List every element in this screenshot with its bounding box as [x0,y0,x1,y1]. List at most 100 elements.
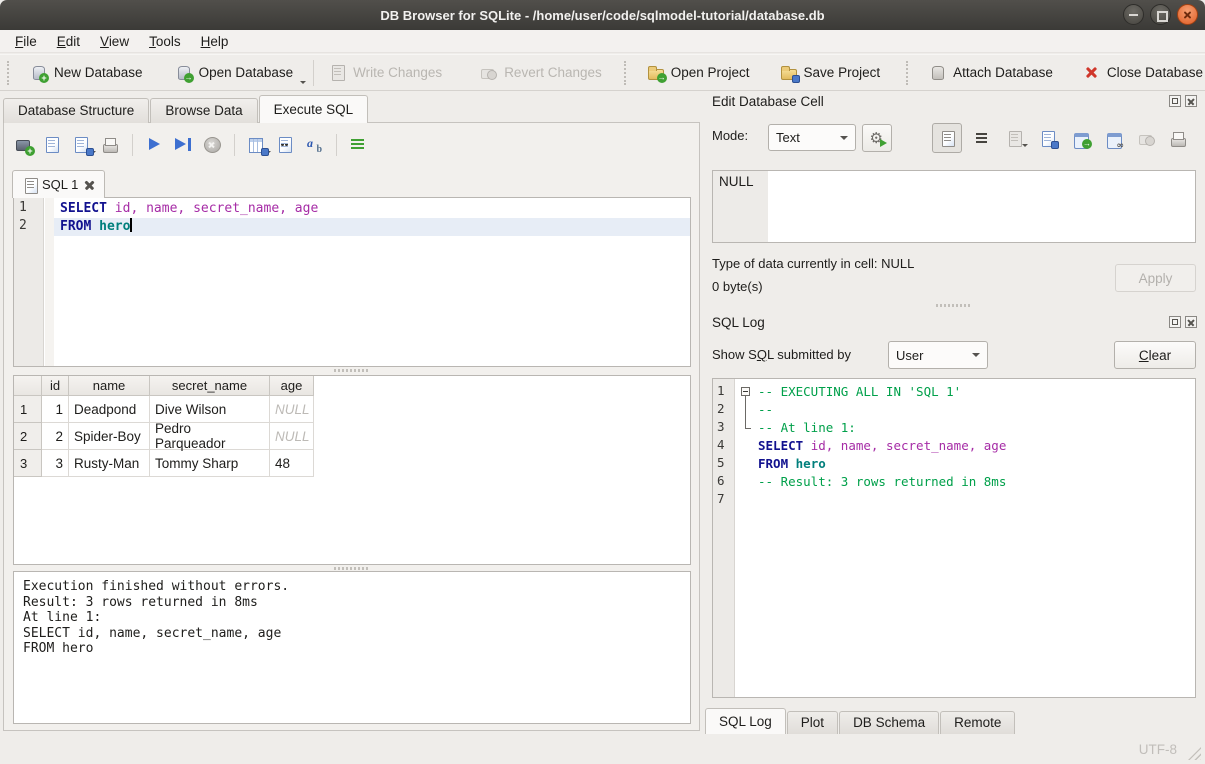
sql-log-view[interactable]: 1 2 3 4 5 6 7 -- EXECUTING ALL IN 'SQL 1… [712,378,1196,698]
mode-select[interactable]: Text [768,124,856,151]
tab-plot[interactable]: Plot [787,711,838,734]
cell-age[interactable]: NULL [270,423,314,450]
splitter-handle[interactable] [334,567,370,570]
set-null-icon[interactable] [1138,130,1155,147]
new-database-button[interactable]: New Database [22,59,151,86]
minimize-button[interactable] [1123,4,1144,25]
toolbar-grip[interactable] [624,61,628,85]
fold-marker-icon[interactable] [741,387,750,396]
log-line: -- At line 1: [736,419,1195,437]
code-line-current[interactable]: FROM hero [54,218,690,236]
auto-switch-mode-button[interactable] [862,124,892,152]
tab-execute-sql[interactable]: Execute SQL [259,95,369,123]
table-row: 1 1 Deadpond Dive Wilson NULL [14,396,690,423]
stop-icon[interactable] [203,136,222,154]
splitter-handle[interactable] [936,304,972,307]
attach-database-button[interactable]: Attach Database [921,59,1061,86]
clear-button[interactable]: Clear [1114,341,1196,369]
execute-current-line-icon[interactable] [174,136,193,154]
splitter-handle[interactable] [334,369,370,372]
apply-button[interactable]: Apply [1115,264,1196,292]
titlebar[interactable]: DB Browser for SQLite - /home/user/code/… [0,0,1205,30]
cell-secret-name[interactable]: Pedro Parqueador [150,423,270,450]
sql-tab-close-icon[interactable] [84,179,95,190]
auto-format-icon[interactable] [305,136,324,154]
menubar: File Edit View Tools Help [0,30,1205,53]
cell-secret-name[interactable]: Tommy Sharp [150,450,270,477]
tab-browse-data[interactable]: Browse Data [150,98,257,123]
close-button[interactable] [1177,4,1198,25]
open-external-icon[interactable] [1105,130,1122,147]
submitter-select[interactable]: User [888,341,988,369]
column-header-name[interactable]: name [69,376,150,396]
menu-view[interactable]: View [90,32,139,51]
cell-age[interactable]: 48 [270,450,314,477]
save-results-icon[interactable] [247,136,266,154]
cell-secret-name[interactable]: Dive Wilson [150,396,270,423]
cell-name[interactable]: Deadpond [69,396,150,423]
cell-id[interactable]: 3 [42,450,69,477]
cell-name[interactable]: Spider-Boy [69,423,150,450]
window-controls [1123,4,1198,25]
execute-all-icon[interactable] [145,136,164,154]
sql-editor[interactable]: 1 2 SELECT id, name, secret_name, age FR… [13,197,691,367]
cell-id[interactable]: 2 [42,423,69,450]
close-database-button[interactable]: Close Database [1075,59,1205,86]
print-icon[interactable] [101,136,120,154]
tab-remote[interactable]: Remote [940,711,1015,734]
word-wrap-icon[interactable] [974,130,991,147]
cell-name[interactable]: Rusty-Man [69,450,150,477]
dock-buttons [1169,316,1197,328]
cell-value-editor[interactable]: NULL [712,170,1196,243]
column-header-secret-name[interactable]: secret_name [150,376,270,396]
row-header[interactable]: 2 [14,423,42,450]
write-changes-icon [329,64,346,81]
text-mode-button[interactable] [932,123,962,153]
row-header[interactable]: 1 [14,396,42,423]
menu-edit[interactable]: Edit [47,32,90,51]
float-panel-icon[interactable] [1169,316,1181,328]
code-line[interactable]: SELECT id, name, secret_name, age [54,200,690,218]
column-header-id[interactable]: id [42,376,69,396]
export-cell-icon[interactable]: → [1072,130,1089,147]
message-line: Result: 3 rows returned in 8ms [23,595,681,611]
find-replace-icon[interactable] [276,136,295,154]
corner-header-cell[interactable] [14,376,42,396]
new-database-label: New Database [54,65,143,80]
open-sql-tab-icon[interactable] [14,136,33,154]
sql-1-tab[interactable]: SQL 1 [12,170,105,198]
import-cell-icon[interactable] [1039,130,1056,147]
write-changes-button[interactable]: Write Changes [321,59,450,86]
toolbar-grip[interactable] [7,61,11,85]
revert-changes-button[interactable]: Revert Changes [472,59,610,86]
write-changes-label: Write Changes [353,65,442,80]
chevron-down-icon [840,136,848,144]
save-sql-file-icon[interactable] [72,136,91,154]
cell-id[interactable]: 1 [42,396,69,423]
menu-file[interactable]: File [5,32,47,51]
print-cell-icon[interactable] [1169,130,1186,147]
open-database-button[interactable]: Open Database [167,59,302,86]
tab-sql-log[interactable]: SQL Log [705,708,786,734]
open-sql-file-icon[interactable] [43,136,62,154]
maximize-button[interactable] [1150,4,1171,25]
open-database-dropdown-caret[interactable] [300,81,306,87]
close-panel-icon[interactable] [1185,95,1197,107]
row-header[interactable]: 3 [14,450,42,477]
save-cell-icon[interactable] [1006,130,1023,147]
encoding-indicator[interactable]: UTF-8 [1139,742,1177,757]
tab-db-schema[interactable]: DB Schema [839,711,939,734]
close-panel-icon[interactable] [1185,316,1197,328]
menu-tools[interactable]: Tools [139,32,191,51]
column-header-age[interactable]: age [270,376,314,396]
toolbar-grip[interactable] [906,61,910,85]
log-line: -- [736,401,1195,419]
save-project-button[interactable]: Save Project [772,59,889,86]
menu-help[interactable]: Help [191,32,239,51]
float-panel-icon[interactable] [1169,95,1181,107]
tab-database-structure[interactable]: Database Structure [3,98,149,123]
word-wrap-icon[interactable] [349,136,368,154]
open-project-button[interactable]: → Open Project [639,59,758,86]
editor-code[interactable]: SELECT id, name, secret_name, age FROM h… [54,198,690,236]
cell-age[interactable]: NULL [270,396,314,423]
